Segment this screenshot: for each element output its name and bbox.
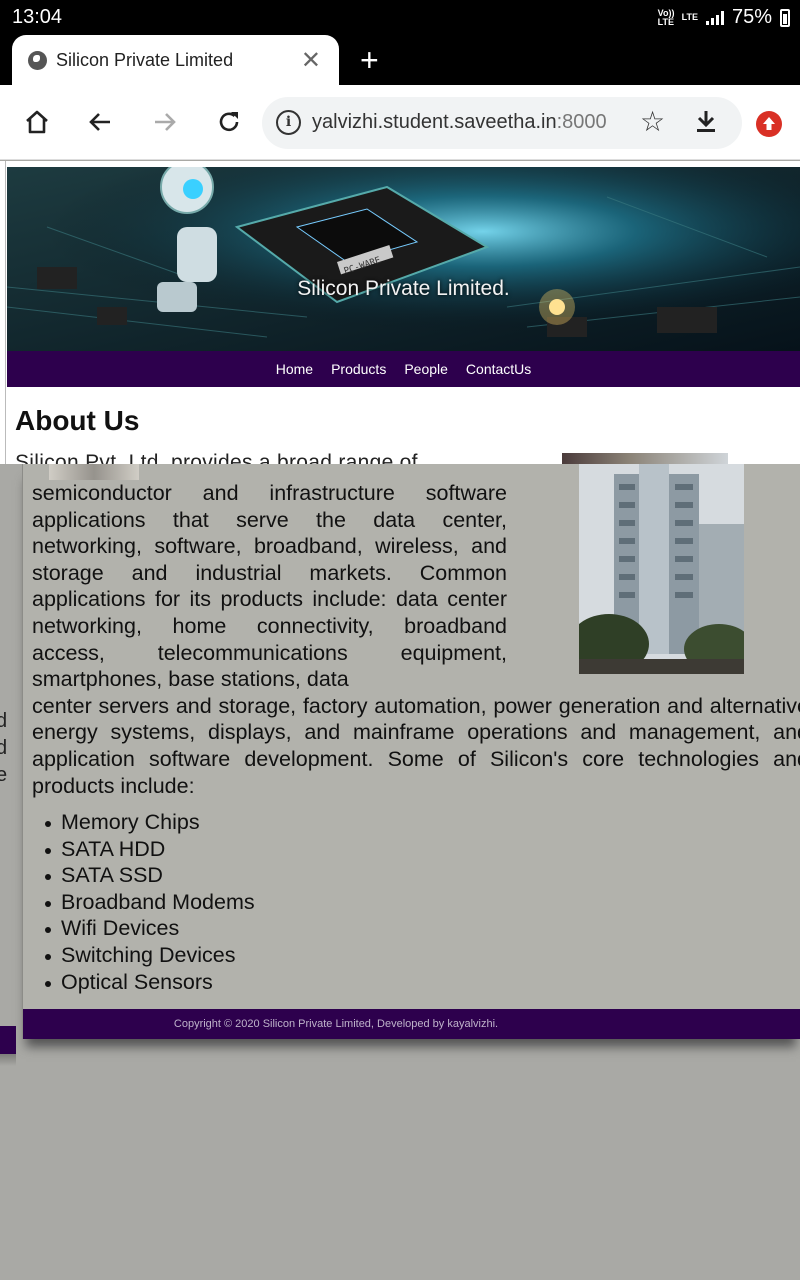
intro-line-partial: Silicon Pvt. Ltd. provides a broad range… xyxy=(15,451,418,464)
nav-products[interactable]: Products xyxy=(331,361,386,377)
site-footer: Copyright © 2020 Silicon Private Limited… xyxy=(23,1009,800,1039)
list-item: Switching Devices xyxy=(45,942,255,969)
nav-contactus[interactable]: ContactUs xyxy=(466,361,531,377)
address-bar[interactable]: i yalvizhi.student.saveetha.in:8000 ☆ xyxy=(262,97,742,149)
battery-percent: 75% xyxy=(731,6,772,28)
about-paragraph: semiconductor and infrastructure softwar… xyxy=(32,481,800,798)
tab-title: Silicon Private Limited xyxy=(56,49,234,70)
list-item: Wifi Devices xyxy=(45,915,255,942)
volte-icon: Vo)) LTE xyxy=(657,7,675,27)
nav-home[interactable]: Home xyxy=(276,361,313,377)
browser-toolbar: i yalvizhi.student.saveetha.in:8000 ☆ xyxy=(0,85,800,160)
lte-icon: LTE xyxy=(681,12,698,22)
hero-banner: PC-WARE Silicon Private Limited. xyxy=(7,167,800,351)
text-fragment: e xyxy=(0,764,8,786)
banner-title: Silicon Private Limited. xyxy=(297,277,510,300)
status-bar: 13:04 Vo)) LTE LTE 75% xyxy=(0,0,800,34)
status-time: 13:04 xyxy=(12,6,63,28)
list-item: Broadband Modems xyxy=(45,889,255,914)
close-icon[interactable]: ✕ xyxy=(301,46,321,75)
text-fragment: d xyxy=(0,737,8,759)
update-icon[interactable] xyxy=(756,111,782,137)
browser-tab[interactable]: Silicon Private Limited ✕ xyxy=(12,35,339,85)
home-icon[interactable] xyxy=(20,105,54,139)
status-indicators: Vo)) LTE LTE 75% xyxy=(658,6,790,29)
building-photo-edge xyxy=(562,453,728,464)
tab-strip: Silicon Private Limited ✕ + xyxy=(0,34,800,85)
download-icon[interactable] xyxy=(692,108,720,141)
globe-icon xyxy=(28,50,47,70)
back-arrow-icon[interactable] xyxy=(83,105,117,139)
text-fragment: d xyxy=(0,710,8,732)
url-text[interactable]: yalvizhi.student.saveetha.in:8000 xyxy=(312,111,607,134)
list-item: SATA SSD xyxy=(45,862,255,889)
forward-arrow-icon[interactable] xyxy=(148,105,182,139)
list-item: Optical Sensors xyxy=(45,969,255,996)
content-card: semiconductor and infrastructure softwar… xyxy=(22,464,800,1039)
list-item: SATA HDD xyxy=(45,836,255,863)
signal-icon xyxy=(705,10,724,25)
battery-icon xyxy=(780,8,790,27)
star-icon[interactable]: ☆ xyxy=(640,105,665,138)
plus-icon[interactable]: + xyxy=(360,44,379,76)
about-heading: About Us xyxy=(15,405,140,436)
products-list: Memory Chips SATA HDD SATA SSD Broadband… xyxy=(45,809,255,996)
copyright-text: Copyright © 2020 Silicon Private Limited… xyxy=(173,1018,499,1030)
reload-icon[interactable] xyxy=(212,105,246,139)
page-top-section: PC-WARE Silicon Private Limited. Home Pr… xyxy=(0,161,800,464)
footer-fragment xyxy=(0,1026,16,1054)
info-icon[interactable]: i xyxy=(276,110,301,135)
main-nav: Home Products People ContactUs xyxy=(7,351,800,387)
circuit-image: PC-WARE xyxy=(7,167,800,351)
list-item: Memory Chips xyxy=(45,809,255,836)
nav-people[interactable]: People xyxy=(404,361,448,377)
